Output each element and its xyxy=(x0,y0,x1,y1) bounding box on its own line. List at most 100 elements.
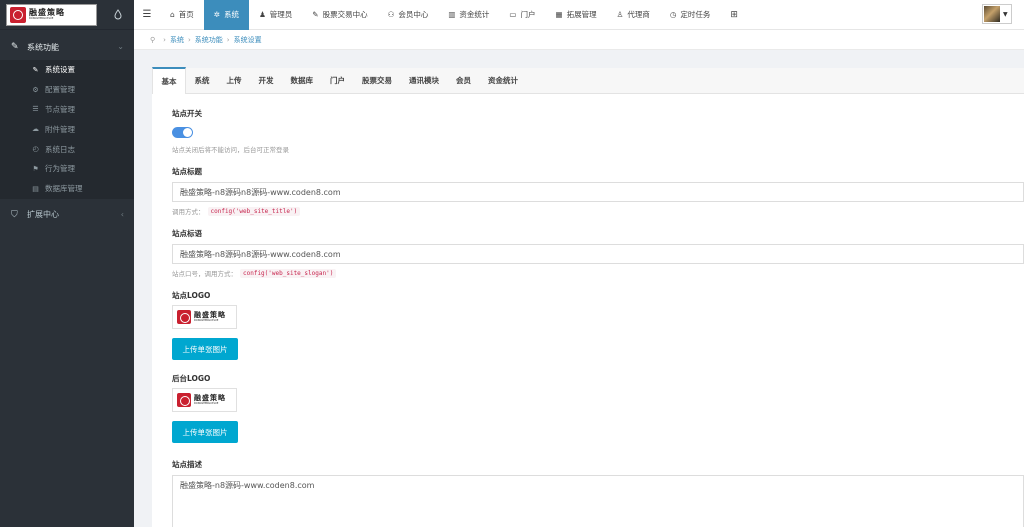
logo-mark-icon xyxy=(10,6,26,23)
shield-icon: ⛉ xyxy=(11,209,18,220)
logo-mark-icon xyxy=(177,393,191,407)
nav-members[interactable]: ⚇ 会员中心 xyxy=(378,0,439,30)
chevron-down-icon: ⌄ xyxy=(117,42,124,51)
bar-chart-icon: ▥ xyxy=(448,10,456,19)
site-title-label: 站点标题 xyxy=(172,167,202,176)
site-title-help: 调用方式： config('web_site_title') xyxy=(172,206,1024,216)
nav-admin[interactable]: ♟ 管理员 xyxy=(249,0,302,30)
admin-logo-label: 后台LOGO xyxy=(172,374,211,383)
tab-develop[interactable]: 开发 xyxy=(250,67,282,93)
sidebar-item-nodes[interactable]: ☰ 节点管理 xyxy=(0,100,134,120)
tab-fund-stats[interactable]: 资金统计 xyxy=(480,67,527,93)
menu-toggle-icon[interactable]: ☰ xyxy=(134,0,160,30)
database-icon: ▤ xyxy=(32,184,39,193)
list-icon: ☰ xyxy=(32,105,39,114)
tab-system[interactable]: 系统 xyxy=(186,67,218,93)
sidebar-item-logs[interactable]: ◴ 系统日志 xyxy=(0,139,134,159)
logo-cn-text: 融盛策略 xyxy=(194,310,226,319)
user-avatar-menu[interactable]: ▼ xyxy=(982,4,1012,24)
logo-en-text: RONGSHENGCELUE xyxy=(194,401,219,405)
site-switch-label: 站点开关 xyxy=(172,109,202,118)
settings-tabs: 基本 系统 上传 开发 数据库 门户 股票交易 通讯模块 会员 资金统计 xyxy=(152,67,1024,94)
admin-logo-preview[interactable]: 融盛策略 RONGSHENGCELUE xyxy=(172,388,237,412)
brand-logo[interactable]: 融盛策略 RONGSHENGCELUE xyxy=(6,3,97,26)
sidebar-item-label: 节点管理 xyxy=(45,104,75,114)
home-icon: ⌂ xyxy=(170,10,175,19)
nav-label: 首页 xyxy=(178,10,194,19)
nav-label: 管理员 xyxy=(269,10,293,19)
nav-home[interactable]: ⌂ 首页 xyxy=(160,0,204,30)
sidebar-item-label: 数据库管理 xyxy=(45,184,83,194)
sidebar-item-config[interactable]: ⚙ 配置管理 xyxy=(0,80,134,100)
nav-cron[interactable]: ◷ 定时任务 xyxy=(660,0,721,30)
nav-portal[interactable]: ▭ 门户 xyxy=(499,0,545,30)
sidebar-group-label: 扩展中心 xyxy=(27,210,59,220)
nav-label: 拓展管理 xyxy=(566,10,597,19)
gear-icon: ✲ xyxy=(213,10,221,19)
grid-table-icon: ▦ xyxy=(555,10,563,19)
nav-system[interactable]: ✲ 系统 xyxy=(203,0,250,30)
history-icon: ◴ xyxy=(32,145,39,154)
tab-portal[interactable]: 门户 xyxy=(322,67,354,93)
nav-agents[interactable]: ♙ 代理商 xyxy=(607,0,660,30)
code-snippet: config('web_site_slogan') xyxy=(240,268,337,278)
upload-admin-logo-button[interactable]: 上传单张图片 xyxy=(172,421,238,443)
nav-funds[interactable]: ▥ 资金统计 xyxy=(438,0,499,30)
code-snippet: config('web_site_title') xyxy=(207,206,301,216)
logo-cn-text: 融盛策略 xyxy=(29,7,65,17)
site-logo-preview[interactable]: 融盛策略 RONGSHENGCELUE xyxy=(172,305,237,329)
sidebar-item-label: 系统日志 xyxy=(45,144,75,154)
site-description-textarea[interactable]: 融盛策略-n8源码-www.coden8.com xyxy=(172,475,1024,527)
person-icon: ♙ xyxy=(616,10,624,19)
chevron-left-icon: ‹ xyxy=(120,209,124,219)
tab-upload[interactable]: 上传 xyxy=(218,67,250,93)
wrench-icon: ✎ xyxy=(32,65,39,74)
tab-messaging[interactable]: 通讯模块 xyxy=(401,67,448,93)
clock-icon: ◷ xyxy=(669,10,677,19)
site-title-input[interactable]: 融盛策略-n8源码n8源码-www.coden8.com xyxy=(172,182,1024,202)
settings-form: 站点开关 站点关闭后将不能访问，后台可正常登录 站点标题 融盛策略-n8源码n8… xyxy=(152,94,1024,527)
nav-stock[interactable]: ✎ 股票交易中心 xyxy=(302,0,377,30)
site-slogan-input[interactable]: 融盛策略-n8源码n8源码-www.coden8.com xyxy=(172,244,1024,264)
sidebar-group-extensions[interactable]: ⛉ 扩展中心 ‹ xyxy=(0,202,134,228)
tab-stock-trading[interactable]: 股票交易 xyxy=(354,67,401,93)
sidebar-item-settings[interactable]: ✎ 系统设置 xyxy=(0,60,134,80)
upload-logo-button[interactable]: 上传单张图片 xyxy=(172,338,238,360)
nav-label: 门户 xyxy=(520,10,536,19)
tab-database[interactable]: 数据库 xyxy=(282,67,322,93)
tab-basic[interactable]: 基本 xyxy=(152,67,186,94)
avatar xyxy=(984,6,1000,22)
top-navbar: ☰ ⌂ 首页 ✲ 系统 ♟ 管理员 ✎ 股票交易中心 ⚇ 会员中心 ▥ 资金统计… xyxy=(134,0,1024,30)
breadcrumb-current[interactable]: 系统设置 xyxy=(234,35,262,45)
tab-members[interactable]: 会员 xyxy=(448,67,480,93)
breadcrumb: ⚲ › 系统 › 系统功能 › 系统设置 xyxy=(134,30,1024,50)
nav-label: 定时任务 xyxy=(680,10,711,19)
sidebar-group-label: 系统功能 xyxy=(27,42,59,52)
breadcrumb-item[interactable]: 系统功能 xyxy=(195,35,223,45)
sidebar-item-database[interactable]: ▤ 数据库管理 xyxy=(0,179,134,199)
site-slogan-help: 站点口号，调用方式： config('web_site_slogan') xyxy=(172,268,1024,278)
caret-down-icon: ▼ xyxy=(1003,10,1008,18)
site-description-label: 站点描述 xyxy=(172,460,202,469)
apps-grid-icon[interactable]: ⊞ xyxy=(720,10,748,20)
help-text: 调用方式： xyxy=(172,208,205,216)
site-slogan-label: 站点标语 xyxy=(172,229,202,238)
logo-en-text: RONGSHENGCELUE xyxy=(29,16,54,20)
nav-label: 系统 xyxy=(224,10,240,19)
sidebar-group-system[interactable]: ✎ 系统功能 ⌄ xyxy=(0,34,134,60)
settings-panel: 基本 系统 上传 开发 数据库 门户 股票交易 通讯模块 会员 资金统计 站点开… xyxy=(152,67,1024,527)
sidebar-item-attachments[interactable]: ☁ 附件管理 xyxy=(0,119,134,139)
sidebar-item-label: 行为管理 xyxy=(45,164,75,174)
sidebar: 融盛策略 RONGSHENGCELUE ✎ 系统功能 ⌄ ✎ 系统设置 ⚙ 配置… xyxy=(0,0,134,527)
sidebar-item-actions[interactable]: ⚑ 行为管理 xyxy=(0,159,134,179)
breadcrumb-item[interactable]: 系统 xyxy=(170,35,184,45)
sidebar-submenu: ✎ 系统设置 ⚙ 配置管理 ☰ 节点管理 ☁ 附件管理 ◴ 系统日志 ⚑ 行为管… xyxy=(0,60,134,199)
theme-drop-icon[interactable] xyxy=(114,9,122,20)
site-switch-help: 站点关闭后将不能访问，后台可正常登录 xyxy=(172,146,289,154)
nav-extensions[interactable]: ▦ 拓展管理 xyxy=(546,0,607,30)
site-switch-toggle[interactable] xyxy=(172,127,193,138)
logo-bar: 融盛策略 RONGSHENGCELUE xyxy=(0,0,134,30)
chart-icon: ✎ xyxy=(312,10,319,19)
sidebar-item-label: 配置管理 xyxy=(45,85,75,95)
logo-en-text: RONGSHENGCELUE xyxy=(194,318,219,322)
